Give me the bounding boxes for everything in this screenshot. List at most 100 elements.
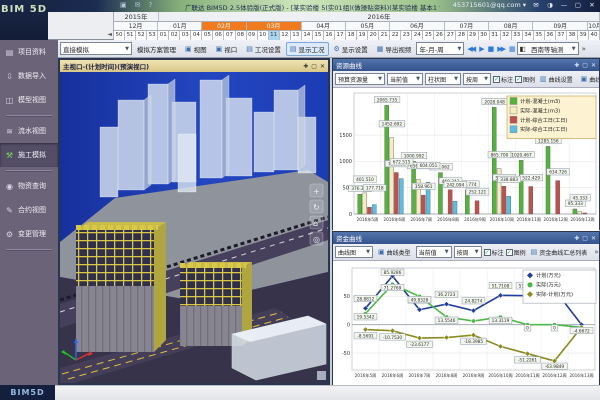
close-icon[interactable]: ✕ bbox=[587, 1, 597, 9]
3d-scene[interactable]: + ↻ ⌂ ◎ bbox=[60, 72, 328, 383]
timeline-week-cell[interactable]: 07 bbox=[224, 31, 235, 40]
quickbar-icon-1[interactable]: ✉ bbox=[135, 1, 141, 9]
timeline-week-cell[interactable]: 40 bbox=[589, 31, 600, 40]
restore-icon[interactable]: ▢ bbox=[582, 235, 588, 242]
button-导出视频[interactable]: ▦导出视频 bbox=[373, 42, 416, 56]
restore-icon[interactable]: ▢ bbox=[311, 63, 317, 70]
timeline-week-cell[interactable]: 23 bbox=[401, 31, 412, 40]
overflow-chevron[interactable]: » bbox=[592, 248, 599, 256]
timeline-month[interactable]: 12月 bbox=[114, 22, 158, 30]
button-显示设置[interactable]: ⚙显示设置 bbox=[330, 42, 372, 56]
timeline-week-cell[interactable]: 09 bbox=[247, 31, 258, 40]
overflow-chevron[interactable]: » bbox=[580, 45, 588, 53]
sidebar-item-合约视图[interactable]: ✎合约视图 bbox=[0, 198, 58, 222]
dropdown-年-月-周[interactable]: 年-月-周▼ bbox=[416, 42, 464, 55]
button-显示工况[interactable]: ▤显示工况 bbox=[286, 42, 329, 56]
timeline-month[interactable]: 06月 bbox=[390, 22, 445, 30]
pin-icon[interactable]: ✚ bbox=[574, 235, 579, 242]
timeline-week-cell[interactable]: 10 bbox=[258, 31, 269, 40]
minimize-icon[interactable]: — bbox=[559, 1, 569, 9]
timeline-week-cell[interactable]: 25 bbox=[423, 31, 434, 40]
timeline-week-cell[interactable]: 28 bbox=[456, 31, 467, 40]
timeline-month[interactable]: 04月 bbox=[302, 22, 346, 30]
timeline-week-cell[interactable]: 24 bbox=[412, 31, 423, 40]
sidebar-item-流水视图[interactable]: ≋流水视图 bbox=[0, 119, 58, 143]
close-icon[interactable]: ✕ bbox=[320, 63, 325, 70]
dropdown-当前值[interactable]: 当前值▼ bbox=[416, 246, 452, 258]
timeline-week-cell[interactable]: 03 bbox=[180, 31, 191, 40]
maximize-icon[interactable]: ▢ bbox=[573, 1, 583, 9]
timeline-week-cell[interactable]: 15 bbox=[313, 31, 324, 40]
timeline-month[interactable]: 01月 bbox=[158, 22, 202, 30]
timeline-week-cell[interactable]: 19 bbox=[357, 31, 368, 40]
timeline-month[interactable]: 02月 bbox=[202, 22, 246, 30]
close-icon[interactable]: ✕ bbox=[591, 62, 596, 69]
quickbar-icon-0[interactable]: ▣ bbox=[120, 1, 127, 9]
timeline-week-cell[interactable]: 27 bbox=[445, 31, 456, 40]
dropdown-当前值[interactable]: 当前值▼ bbox=[387, 73, 423, 85]
timeline-week-cell[interactable]: 11 bbox=[269, 31, 280, 40]
timeline-month[interactable]: 03月 bbox=[247, 22, 302, 30]
restore-icon[interactable]: ▢ bbox=[582, 62, 588, 69]
timeline-week-cell[interactable]: 17 bbox=[335, 31, 346, 40]
button-资金曲线汇总列表[interactable]: ▤资金曲线汇总列表 bbox=[528, 245, 591, 259]
checkbox-标注[interactable]: ✓标注 bbox=[484, 248, 504, 257]
dropdown-直接模拟[interactable]: 直接模拟▼ bbox=[60, 42, 132, 55]
timeline-month[interactable]: 10月 bbox=[588, 22, 600, 30]
timeline-week-cell[interactable]: 04 bbox=[191, 31, 202, 40]
timeline-week-cell[interactable]: 21 bbox=[379, 31, 390, 40]
timeline-week-cell[interactable]: 38 bbox=[567, 31, 578, 40]
close-icon[interactable]: ✕ bbox=[591, 235, 596, 242]
timeline-week-cell[interactable]: 52 bbox=[136, 31, 147, 40]
timeline-week-cell[interactable]: 16 bbox=[324, 31, 335, 40]
sidebar-item-项目资料[interactable]: ▤项目资料 bbox=[0, 40, 58, 64]
timeline-week-cell[interactable]: 05 bbox=[202, 31, 213, 40]
timeline-month[interactable]: 08月 bbox=[489, 22, 533, 30]
dropdown-西南等轴测[interactable]: ◧西南等轴测▼ bbox=[517, 42, 579, 55]
dropdown-曲线图[interactable]: 曲线图▼ bbox=[335, 246, 373, 258]
timeline-week-cell[interactable]: 29 bbox=[468, 31, 479, 40]
timeline-week-cell[interactable]: 33 bbox=[512, 31, 523, 40]
resize-corner[interactable] bbox=[317, 371, 326, 380]
quickbar-icon-2[interactable]: ? bbox=[149, 1, 153, 9]
timeline-month[interactable]: 05月 bbox=[346, 22, 390, 30]
timeline-week-cell[interactable]: 39 bbox=[578, 31, 589, 40]
timeline-month[interactable]: 07月 bbox=[445, 22, 489, 30]
timeline-week-cell[interactable]: 08 bbox=[236, 31, 247, 40]
button-曲线设置[interactable]: ▥曲线设置 bbox=[537, 72, 576, 86]
sidebar-item-模型视图[interactable]: ◫模型视图 bbox=[0, 88, 58, 112]
pin-icon[interactable]: ✚ bbox=[303, 63, 308, 70]
timeline-scroll-left-icon[interactable]: ◄ bbox=[107, 31, 112, 38]
button-视口[interactable]: ▣视口 bbox=[212, 42, 242, 56]
timeline-week-cell[interactable]: 13 bbox=[291, 31, 302, 40]
pin-icon[interactable]: ✚ bbox=[574, 62, 579, 69]
timeline-week-cell[interactable]: 51 bbox=[125, 31, 136, 40]
timeline-week-cell[interactable]: 02 bbox=[169, 31, 180, 40]
frames-icon[interactable]: ▦ bbox=[507, 45, 516, 53]
timeline-week-cell[interactable]: 35 bbox=[534, 31, 545, 40]
checkbox-图例[interactable]: ✓图例 bbox=[506, 248, 526, 257]
timeline-week-cell[interactable]: 22 bbox=[390, 31, 401, 40]
timeline-month[interactable]: 09月 bbox=[533, 22, 588, 30]
button-工况设置[interactable]: ▤工况设置 bbox=[242, 42, 285, 56]
timeline-week-cell[interactable]: 34 bbox=[523, 31, 534, 40]
sidebar-item-数据导入[interactable]: ⇩数据导入 bbox=[0, 64, 58, 88]
timeline-week-cell[interactable]: 06 bbox=[213, 31, 224, 40]
rewind-icon[interactable]: ◀◀ bbox=[465, 45, 476, 53]
forward-icon[interactable]: ▶▶ bbox=[495, 45, 506, 53]
sidebar-item-变更管理[interactable]: ⚙变更管理 bbox=[0, 222, 58, 246]
timeline-week-cell[interactable]: 53 bbox=[147, 31, 158, 40]
timeline-week-cell[interactable]: 26 bbox=[434, 31, 445, 40]
checkbox-图例[interactable]: ✓图例 bbox=[515, 75, 535, 84]
play-icon[interactable]: ▶ bbox=[477, 45, 484, 53]
timeline-week-cell[interactable]: 14 bbox=[302, 31, 313, 40]
dropdown-预算资源量[interactable]: 预算资源量▼ bbox=[335, 73, 385, 85]
timeline-week-cell[interactable]: 01 bbox=[158, 31, 169, 40]
dropdown-柱状图[interactable]: 柱状图▼ bbox=[425, 73, 461, 85]
dropdown-按周[interactable]: 按周▼ bbox=[463, 73, 491, 85]
timeline-week-cell[interactable]: 36 bbox=[545, 31, 556, 40]
timeline-week-cell[interactable]: 50 bbox=[114, 31, 125, 40]
main-3d-viewport[interactable]: 主视口-(计划时间)(预演视口) ✚▢✕ bbox=[58, 58, 330, 385]
checkbox-标注[interactable]: ✓标注 bbox=[493, 75, 513, 84]
stop-icon[interactable]: ■ bbox=[486, 45, 495, 53]
